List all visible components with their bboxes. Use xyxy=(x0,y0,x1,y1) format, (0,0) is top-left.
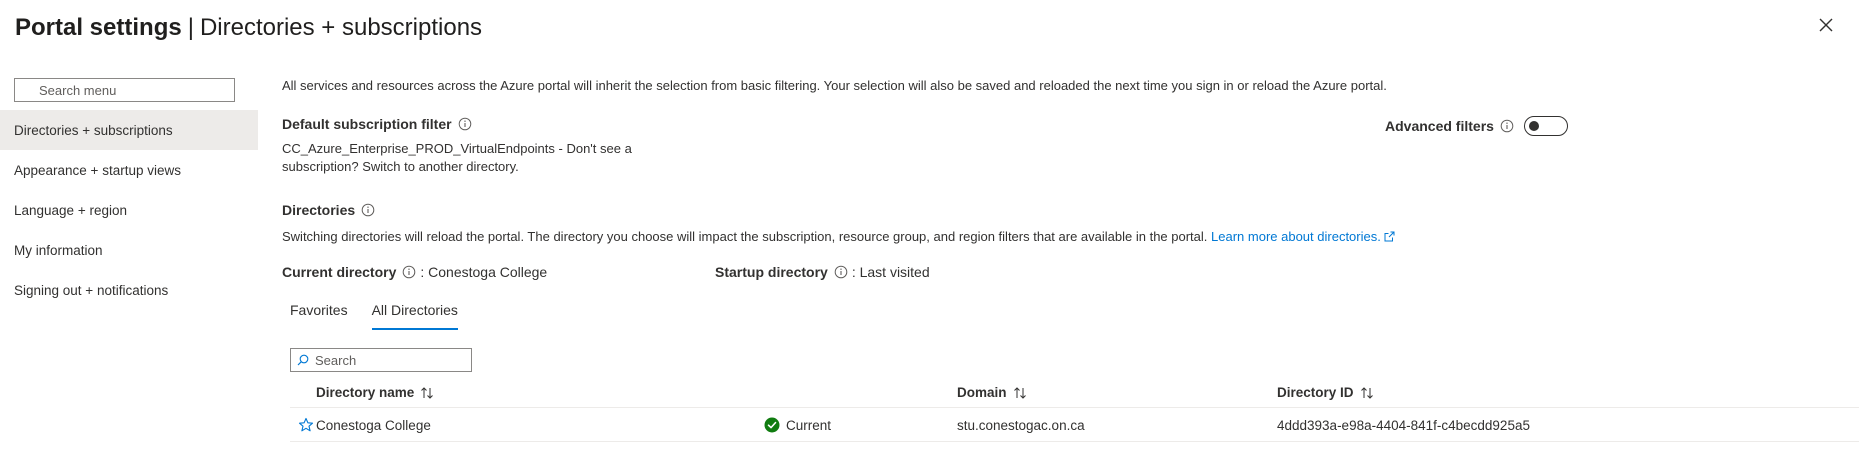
current-directory-label: Current directory xyxy=(282,264,397,280)
domain-cell: stu.conestogac.on.ca xyxy=(957,417,1085,433)
directories-table: Directory name Domain Directory ID Cones… xyxy=(290,378,1859,442)
learn-more-link[interactable]: Learn more about directories. xyxy=(1211,229,1395,244)
column-header-label: Directory name xyxy=(316,385,415,400)
advanced-filters-label: Advanced filters xyxy=(1385,118,1494,134)
check-circle-icon xyxy=(764,417,780,433)
close-icon[interactable] xyxy=(1815,14,1837,36)
directory-search-input[interactable]: Search xyxy=(290,348,472,372)
current-directory-value: : Conestoga College xyxy=(420,264,548,280)
directories-description-text: Switching directories will reload the po… xyxy=(282,229,1208,244)
sidebar-item-appearance-startup[interactable]: Appearance + startup views xyxy=(0,150,258,190)
startup-directory-value: : Last visited xyxy=(851,264,930,280)
directory-id-cell: 4ddd393a-e98a-4404-841f-c4becdd925a5 xyxy=(1277,417,1530,433)
tab-label: All Directories xyxy=(371,302,458,318)
info-icon[interactable] xyxy=(402,265,416,279)
advanced-filters: Advanced filters xyxy=(1385,116,1568,136)
subscription-filter-text: CC_Azure_Enterprise_PROD_VirtualEndpoint… xyxy=(282,141,632,174)
tab-label: Favorites xyxy=(290,302,348,318)
learn-more-label: Learn more about directories. xyxy=(1211,229,1381,244)
toggle-knob xyxy=(1528,121,1539,131)
status-label: Current xyxy=(786,417,832,433)
star-icon[interactable] xyxy=(298,417,314,433)
sidebar-item-label: Signing out + notifications xyxy=(14,282,169,298)
info-icon[interactable] xyxy=(361,203,375,217)
column-header-domain[interactable]: Domain xyxy=(957,385,1027,400)
column-header-label: Domain xyxy=(957,385,1007,400)
directory-info-row: Current directory : Conestoga College St… xyxy=(282,262,1859,282)
info-icon[interactable] xyxy=(834,265,848,279)
column-header-label: Directory ID xyxy=(1277,385,1354,400)
sidebar-item-label: Directories + subscriptions xyxy=(14,122,173,138)
main-content: All services and resources across the Az… xyxy=(282,78,1859,442)
tab-all-directories[interactable]: All Directories xyxy=(371,302,458,330)
directory-name-cell: Conestoga College xyxy=(316,417,431,433)
sidebar-item-signing-out[interactable]: Signing out + notifications xyxy=(0,270,258,310)
intro-text: All services and resources across the Az… xyxy=(282,78,1387,93)
startup-directory-label: Startup directory xyxy=(715,264,828,280)
startup-directory: Startup directory : Last visited xyxy=(715,262,930,282)
directories-title: Directories xyxy=(282,202,356,218)
subscription-filter-section: Default subscription filter CC_Azure_Ent… xyxy=(282,116,662,176)
directory-tabs: Favorites All Directories xyxy=(290,302,1859,330)
sidebar-item-language-region[interactable]: Language + region xyxy=(0,190,258,230)
info-icon[interactable] xyxy=(1500,119,1514,133)
page-subtitle: Directories + subscriptions xyxy=(199,14,483,41)
search-icon xyxy=(297,354,309,366)
status-cell: Current xyxy=(764,408,831,442)
directories-section: Directories Switching directories will r… xyxy=(282,202,1859,442)
info-icon[interactable] xyxy=(458,117,472,131)
sort-icon xyxy=(1013,386,1026,399)
directories-description: Switching directories will reload the po… xyxy=(282,229,1859,244)
subscription-filter-title: Default subscription filter xyxy=(282,116,452,132)
column-header-directory-name[interactable]: Directory name xyxy=(316,385,434,400)
sidebar-item-label: My information xyxy=(14,242,103,258)
sort-icon xyxy=(421,386,434,399)
sidebar-nav: Directories + subscriptions Appearance +… xyxy=(0,110,258,310)
tab-favorites[interactable]: Favorites xyxy=(290,302,348,330)
sort-icon xyxy=(1360,386,1373,399)
search-placeholder: Search xyxy=(315,352,357,368)
sidebar: Search menu Directories + subscriptions … xyxy=(0,78,258,310)
title-separator: | xyxy=(187,14,194,41)
table-row[interactable]: Conestoga College Current stu.conestogac… xyxy=(290,408,1859,442)
sidebar-item-label: Appearance + startup views xyxy=(14,162,181,178)
search-menu-input[interactable]: Search menu xyxy=(14,78,235,102)
table-header: Directory name Domain Directory ID xyxy=(290,378,1859,408)
advanced-filters-toggle[interactable] xyxy=(1523,116,1568,136)
title-bar: Portal settings | Directories + subscrip… xyxy=(15,10,482,46)
search-menu-placeholder: Search menu xyxy=(39,82,117,98)
sidebar-item-directories-subscriptions[interactable]: Directories + subscriptions xyxy=(0,110,258,150)
page-title: Portal settings xyxy=(15,14,182,41)
external-link-icon xyxy=(1384,231,1395,242)
sidebar-item-label: Language + region xyxy=(14,202,127,218)
column-header-directory-id[interactable]: Directory ID xyxy=(1277,385,1374,400)
sidebar-item-my-information[interactable]: My information xyxy=(0,230,258,270)
